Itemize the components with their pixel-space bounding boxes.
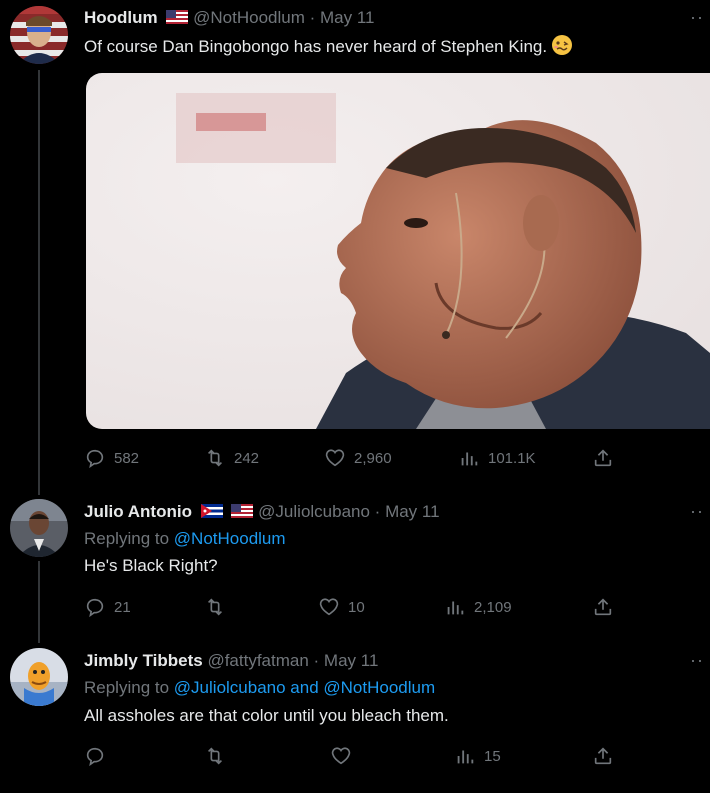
thread-line bbox=[38, 561, 40, 633]
share-button[interactable] bbox=[592, 745, 614, 767]
reply-icon bbox=[86, 747, 104, 767]
tweet-text: He's Black Right? bbox=[84, 556, 218, 575]
tweet-2[interactable]: Julio Antonio @Juliolcubano · May 11 ·· … bbox=[0, 485, 710, 633]
thread-line bbox=[38, 70, 40, 485]
like-count: 2,960 bbox=[354, 449, 392, 467]
reply-icon bbox=[86, 449, 104, 469]
timestamp[interactable]: May 11 bbox=[324, 651, 379, 670]
cuba-flag-icon bbox=[200, 504, 223, 518]
tweet-header: Hoodlum @NotHoodlum · May 11 bbox=[84, 8, 374, 28]
replying-to-link[interactable]: @NotHoodlum bbox=[174, 529, 286, 548]
share-button[interactable] bbox=[592, 596, 614, 618]
like-button[interactable]: 2,960 bbox=[324, 447, 392, 469]
tweet-1[interactable]: Hoodlum @NotHoodlum · May 11 ·· Of cours… bbox=[0, 0, 710, 485]
tweet-image[interactable] bbox=[86, 73, 710, 429]
reply-button[interactable]: 582 bbox=[84, 447, 139, 469]
more-options-icon[interactable]: ·· bbox=[690, 502, 704, 520]
views-button[interactable]: 2,109 bbox=[444, 596, 512, 618]
woozy-face-emoji-icon bbox=[552, 35, 573, 55]
heart-icon bbox=[319, 598, 339, 616]
us-flag-icon bbox=[231, 504, 254, 518]
share-button[interactable] bbox=[592, 447, 614, 469]
us-flag-icon bbox=[166, 10, 189, 24]
more-options-icon[interactable]: ·· bbox=[690, 8, 704, 26]
thread-line bbox=[38, 633, 40, 643]
thread-line bbox=[38, 485, 40, 495]
more-options-icon[interactable]: ·· bbox=[690, 651, 704, 669]
bar-chart-icon bbox=[447, 601, 464, 615]
tweet-actions: 582 242 2,960 101.1K bbox=[84, 447, 624, 469]
retweet-button[interactable] bbox=[204, 745, 234, 767]
share-icon bbox=[594, 449, 612, 467]
display-name[interactable]: Jimbly Tibbets bbox=[84, 651, 203, 670]
reply-icon bbox=[86, 598, 104, 618]
retweet-icon bbox=[207, 598, 223, 616]
tweet-header: Julio Antonio @Juliolcubano · May 11 bbox=[84, 502, 440, 522]
reply-button[interactable] bbox=[84, 745, 114, 767]
separator: · bbox=[369, 502, 386, 521]
reply-button[interactable]: 21 bbox=[84, 596, 131, 618]
view-count: 15 bbox=[484, 747, 501, 765]
tweet-header: Jimbly Tibbets @fattyfatman · May 11 bbox=[84, 651, 378, 671]
heart-icon bbox=[331, 747, 351, 765]
retweet-icon bbox=[207, 449, 223, 467]
view-count: 2,109 bbox=[474, 598, 512, 616]
display-name[interactable]: Julio Antonio bbox=[84, 502, 192, 521]
replying-to-link[interactable]: @Juliolcubano and @NotHoodlum bbox=[174, 678, 435, 697]
separator: · bbox=[308, 651, 324, 670]
retweet-count: 242 bbox=[234, 449, 260, 467]
retweet-icon bbox=[207, 747, 223, 765]
handle[interactable]: @NotHoodlum bbox=[193, 8, 305, 27]
share-icon bbox=[594, 747, 612, 765]
bar-chart-icon bbox=[461, 452, 478, 466]
reply-count: 21 bbox=[114, 598, 131, 616]
tweet-text: Of course Dan Bingobongo has never heard… bbox=[84, 34, 573, 58]
retweet-button[interactable] bbox=[204, 596, 234, 618]
tweet-actions: 21 10 2,109 bbox=[84, 596, 624, 618]
share-icon bbox=[594, 598, 612, 616]
like-button[interactable] bbox=[330, 745, 360, 767]
views-button[interactable]: 101.1K bbox=[458, 447, 536, 469]
separator: · bbox=[304, 8, 320, 27]
handle[interactable]: @fattyfatman bbox=[207, 651, 308, 670]
timestamp[interactable]: May 11 bbox=[385, 502, 440, 521]
replying-to: Replying to @Juliolcubano and @NotHoodlu… bbox=[84, 678, 436, 697]
heart-icon bbox=[325, 449, 345, 467]
like-button[interactable]: 10 bbox=[318, 596, 365, 618]
view-count: 101.1K bbox=[488, 449, 536, 467]
handle[interactable]: @Juliolcubano bbox=[258, 502, 370, 521]
display-name[interactable]: Hoodlum bbox=[84, 8, 158, 27]
reply-count: 582 bbox=[114, 449, 140, 467]
tweet-actions: 15 bbox=[84, 745, 624, 767]
tweet-3[interactable]: Jimbly Tibbets @fattyfatman · May 11 ·· … bbox=[0, 633, 710, 793]
avatar[interactable] bbox=[10, 648, 68, 706]
timestamp[interactable]: May 11 bbox=[320, 8, 375, 27]
tweet-text: All assholes are that color until you bl… bbox=[84, 706, 449, 725]
bar-chart-icon bbox=[457, 750, 474, 764]
like-count: 10 bbox=[348, 598, 365, 616]
avatar[interactable] bbox=[10, 499, 68, 557]
replying-to: Replying to @NotHoodlum bbox=[84, 529, 286, 548]
views-button[interactable]: 15 bbox=[454, 745, 501, 767]
retweet-button[interactable]: 242 bbox=[204, 447, 259, 469]
avatar[interactable] bbox=[10, 6, 68, 64]
